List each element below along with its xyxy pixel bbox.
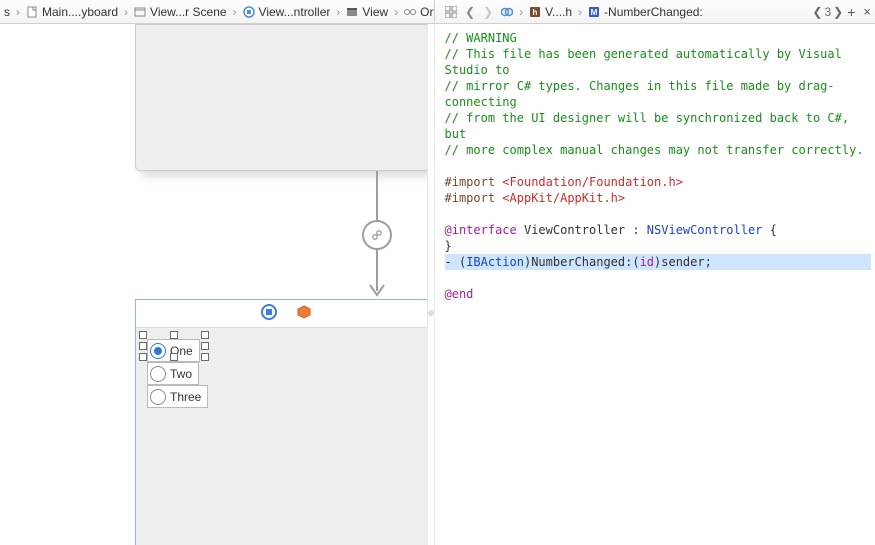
nav-forward-icon[interactable]: ❯ bbox=[479, 5, 497, 19]
code-directive: #import bbox=[445, 191, 503, 205]
code-comment: // from the UI designer will be synchron… bbox=[445, 111, 857, 141]
code-text: )sender; bbox=[654, 255, 712, 269]
code-keyword: id bbox=[640, 255, 654, 269]
counterpart-stepper: ❮ 3 ❯ bbox=[812, 5, 843, 19]
radio-one[interactable]: One bbox=[147, 339, 200, 362]
code-type: NSViewController bbox=[647, 223, 763, 237]
code-keyword: @end bbox=[445, 287, 474, 301]
code-type: IBAction bbox=[466, 255, 524, 269]
header-file-icon: h bbox=[529, 6, 541, 18]
view-icon bbox=[346, 6, 358, 18]
chevron-right-icon: › bbox=[336, 5, 340, 19]
code-text: } bbox=[445, 239, 452, 253]
radio-label: Two bbox=[170, 367, 192, 381]
code-text: )NumberChanged:( bbox=[524, 255, 640, 269]
first-responder-dock-icon[interactable] bbox=[297, 305, 311, 322]
chevron-right-icon: › bbox=[578, 5, 582, 19]
controller-dock-icon[interactable] bbox=[261, 304, 277, 323]
code-highlighted-line: - (IBAction)NumberChanged:(id)sender; bbox=[445, 254, 872, 270]
stepper-prev-icon[interactable]: ❮ bbox=[812, 5, 822, 19]
radio-label: One bbox=[170, 344, 193, 358]
right-breadcrumb-bar: ❮ ❯ › h V....h › M -NumberChanged: ❮ 3 ❯… bbox=[435, 4, 875, 20]
top-toolbar: s › Main....yboard › View...r Scene › Vi… bbox=[0, 0, 875, 24]
chevron-right-icon: › bbox=[233, 5, 237, 19]
scene-icon bbox=[134, 6, 146, 18]
crumb-storyboard[interactable]: Main....yboard bbox=[22, 5, 122, 19]
canvas-existing-view[interactable] bbox=[135, 24, 427, 171]
chevron-right-icon: › bbox=[519, 5, 523, 19]
chevron-right-icon: › bbox=[124, 5, 128, 19]
code-comment: // This file has been generated automati… bbox=[445, 47, 850, 77]
radio-group: One Two Three bbox=[147, 339, 208, 408]
chevron-right-icon: › bbox=[394, 5, 398, 19]
radio-dot-icon bbox=[150, 366, 166, 382]
segue-handle-icon[interactable] bbox=[362, 220, 392, 250]
related-items-icon[interactable] bbox=[441, 6, 461, 18]
add-assistant-icon[interactable]: + bbox=[843, 4, 859, 20]
code-comment: // mirror C# types. Changes in this file… bbox=[445, 79, 835, 109]
svg-text:h: h bbox=[533, 8, 538, 17]
code-directive: #import bbox=[445, 175, 503, 189]
code-keyword: @interface bbox=[445, 223, 517, 237]
stepper-value: 3 bbox=[824, 5, 831, 19]
code-text: { bbox=[762, 223, 776, 237]
crumb-method[interactable]: M -NumberChanged: bbox=[584, 5, 707, 19]
code-comment: // more complex manual changes may not t… bbox=[445, 143, 864, 157]
crumb-view[interactable]: View bbox=[342, 5, 392, 19]
radio-node-icon bbox=[404, 6, 416, 18]
close-assistant-icon[interactable]: × bbox=[859, 4, 875, 19]
crumb-counterparts[interactable] bbox=[497, 6, 517, 18]
code-text: - ( bbox=[445, 255, 467, 269]
interface-builder-canvas[interactable]: One Two Three bbox=[0, 24, 427, 545]
main-area: One Two Three // WARNING // This file ha… bbox=[0, 24, 875, 545]
method-icon: M bbox=[588, 6, 600, 18]
crumb-scene[interactable]: View...r Scene bbox=[130, 5, 231, 19]
code-editor[interactable]: // WARNING // This file has been generat… bbox=[435, 24, 875, 545]
connection-port-icon[interactable] bbox=[428, 310, 434, 316]
nav-back-icon[interactable]: ❮ bbox=[461, 5, 479, 19]
radio-dot-icon bbox=[150, 343, 166, 359]
controller-icon bbox=[243, 6, 255, 18]
code-import: <Foundation/Foundation.h> bbox=[502, 175, 683, 189]
segue-arrowhead-icon bbox=[368, 261, 386, 300]
document-icon bbox=[26, 6, 38, 18]
crumb-controller[interactable]: View...ntroller bbox=[239, 5, 335, 19]
crumb-header-file[interactable]: h V....h bbox=[525, 5, 576, 19]
editor-gutter[interactable] bbox=[427, 24, 435, 545]
radio-dot-icon bbox=[150, 389, 166, 405]
canvas-new-view[interactable]: One Two Three bbox=[135, 299, 427, 545]
radio-three[interactable]: Three bbox=[147, 385, 208, 408]
crumb-suffix[interactable]: s bbox=[0, 5, 14, 19]
code-import: <AppKit/AppKit.h> bbox=[502, 191, 625, 205]
code-text: ViewController : bbox=[517, 223, 647, 237]
code-comment: // WARNING bbox=[445, 31, 517, 45]
chevron-right-icon: › bbox=[16, 5, 20, 19]
stepper-next-icon[interactable]: ❯ bbox=[833, 5, 843, 19]
scene-dock bbox=[136, 300, 427, 328]
counterparts-icon bbox=[501, 6, 513, 18]
left-breadcrumb-bar: s › Main....yboard › View...r Scene › Vi… bbox=[0, 5, 434, 19]
crumb-radio-one[interactable]: One bbox=[400, 5, 434, 19]
svg-text:M: M bbox=[591, 8, 598, 17]
radio-label: Three bbox=[170, 390, 201, 404]
radio-two[interactable]: Two bbox=[147, 362, 199, 385]
